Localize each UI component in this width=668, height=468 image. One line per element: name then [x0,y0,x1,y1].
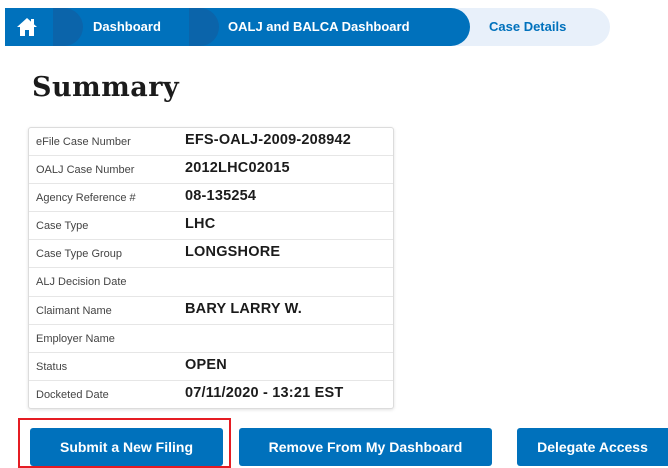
summary-row: Case Type LHC [29,212,393,241]
summary-row: eFile Case Number EFS-OALJ-2009-208942 [29,128,393,157]
summary-row: Employer Name [29,325,393,353]
summary-row: Case Type Group LONGSHORE [29,240,393,269]
breadcrumb: Dashboard OALJ and BALCA Dashboard Case … [5,8,610,46]
case-details-page: Dashboard OALJ and BALCA Dashboard Case … [0,0,668,468]
summary-label: eFile Case Number [36,136,131,148]
breadcrumb-item-oalj-balca-dashboard[interactable]: OALJ and BALCA Dashboard [228,8,410,46]
summary-label: Case Type [36,220,89,233]
case-summary-table: eFile Case Number EFS-OALJ-2009-208942 O… [28,127,394,409]
summary-label: Case Type Group [36,248,123,261]
summary-value: 07/11/2020 - 13:21 EST [185,384,344,401]
summary-value: BARY LARRY W. [185,300,302,317]
summary-value: LHC [185,216,216,233]
summary-value: EFS-OALJ-2009-208942 [185,132,351,148]
summary-label: Agency Reference # [36,192,136,205]
remove-from-dashboard-button[interactable]: Remove From My Dashboard [239,428,492,466]
summary-label: Status [36,360,68,373]
breadcrumb-item-dashboard[interactable]: Dashboard [93,8,161,46]
breadcrumb-item-case-details: Case Details [489,19,567,34]
summary-row: OALJ Case Number 2012LHC02015 [29,156,393,185]
summary-label: Employer Name [36,332,115,345]
page-title: Summary [32,72,180,103]
summary-label: ALJ Decision Date [36,276,127,289]
summary-label: Docketed Date [36,388,109,401]
home-icon[interactable] [16,17,38,37]
summary-label: OALJ Case Number [36,164,135,177]
summary-value: 2012LHC02015 [185,160,290,177]
summary-row: Status OPEN [29,353,393,381]
summary-row: Agency Reference # 08-135254 [29,184,393,213]
delegate-access-button[interactable]: Delegate Access [517,428,668,466]
summary-row: Claimant Name BARY LARRY W. [29,297,393,325]
summary-value: LONGSHORE [185,244,281,261]
summary-row: ALJ Decision Date [29,268,393,297]
summary-value: 08-135254 [185,188,257,205]
summary-row: Docketed Date 07/11/2020 - 13:21 EST [29,381,393,408]
summary-label: Claimant Name [36,304,112,317]
summary-value: OPEN [185,356,227,373]
submit-new-filing-button[interactable]: Submit a New Filing [30,428,223,466]
